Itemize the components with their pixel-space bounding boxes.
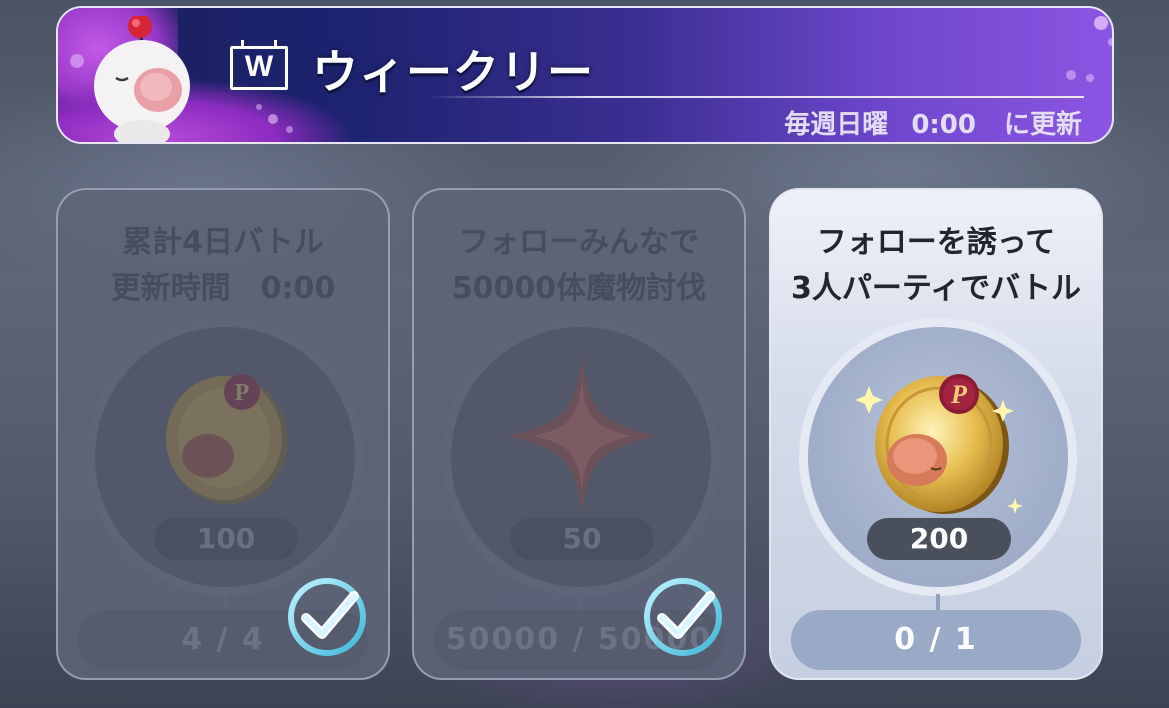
reward-count: 200: [867, 518, 1011, 560]
moogle-mascot-icon: [94, 16, 190, 142]
mission-card-battle-days[interactable]: 累計4日バトル 更新時間 0:00 P 100 4 / 4: [56, 188, 390, 680]
svg-text:P: P: [235, 380, 250, 406]
sparkle-dot: [286, 126, 293, 133]
sparkle-dot: [1094, 16, 1108, 30]
reset-suffix: に更新: [1003, 110, 1082, 140]
mission-title: フォローを誘って 3人パーティでバトル: [791, 225, 1081, 306]
reward-count: 50: [510, 518, 654, 560]
mission-card-monster-hunt[interactable]: フォローみんなで 50000体魔物討伐 50 50000 / 50000: [412, 188, 746, 680]
connector: [223, 594, 227, 610]
page-title: ウィークリー: [312, 45, 594, 99]
progress-counter: 0 / 1: [791, 610, 1081, 670]
weekly-badge-icon: W: [230, 40, 288, 90]
svg-text:P: P: [950, 380, 968, 409]
reset-schedule: 毎週日曜 0:00 に更新: [784, 104, 1082, 141]
moogle-coin-icon: P: [855, 374, 1023, 514]
sparkle-dot: [256, 104, 262, 110]
reset-day: 毎週日曜: [784, 110, 889, 140]
sparkle-dot: [1108, 38, 1112, 46]
reset-time: 0:00: [911, 110, 976, 140]
sparkle-dot: [70, 54, 84, 68]
mission-title: 累計4日バトル 更新時間 0:00: [110, 225, 336, 306]
mission-card-party-battle[interactable]: フォローを誘って 3人パーティでバトル P 200 0 / 1: [769, 188, 1103, 680]
divider: [428, 96, 1084, 98]
completed-check-icon: [644, 578, 722, 656]
connector: [936, 594, 940, 610]
star-crystal-icon: [506, 354, 658, 516]
moogle-coin-icon: P: [166, 374, 288, 504]
reward-count: 100: [154, 518, 298, 560]
sparkle-dot: [268, 114, 278, 124]
sparkle-dot: [1066, 70, 1076, 80]
sparkle-dot: [1086, 74, 1094, 82]
weekly-header-banner: W ウィークリー 毎週日曜 0:00 に更新: [56, 6, 1114, 144]
completed-check-icon: [288, 578, 366, 656]
mission-title: フォローみんなで 50000体魔物討伐: [451, 225, 707, 306]
connector: [579, 594, 583, 610]
